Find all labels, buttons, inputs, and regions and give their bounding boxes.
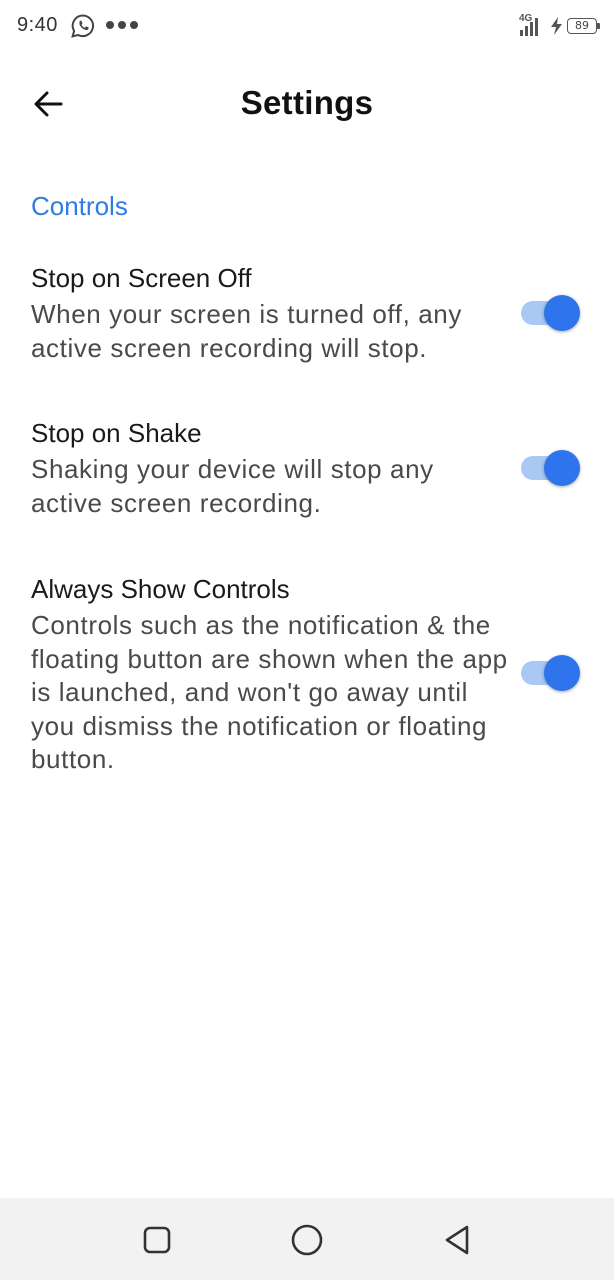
stop-on-shake-toggle[interactable]: [521, 450, 580, 486]
setting-row-always-show-controls[interactable]: Always Show Controls Controls such as th…: [0, 569, 614, 789]
setting-description: When your screen is turned off, any acti…: [31, 299, 462, 363]
toggle-thumb: [544, 450, 580, 486]
setting-title: Always Show Controls: [31, 574, 290, 604]
nav-back-button[interactable]: [439, 1222, 475, 1258]
charging-icon: [551, 17, 562, 35]
home-button[interactable]: [289, 1222, 325, 1258]
toggle-thumb: [544, 295, 580, 331]
setting-title: Stop on Shake: [31, 418, 202, 448]
setting-row-stop-on-shake[interactable]: Stop on Shake Shaking your device will s…: [0, 413, 614, 533]
section-header-controls: Controls: [31, 191, 128, 221]
setting-description: Shaking your device will stop any active…: [31, 454, 434, 518]
battery-tip: [597, 23, 600, 29]
battery-icon: 89: [567, 18, 597, 34]
battery-level: 89: [575, 19, 589, 32]
toggle-thumb: [544, 655, 580, 691]
signal-icon: [520, 18, 538, 36]
setting-description: Controls such as the notification & the …: [31, 610, 508, 774]
page-title: Settings: [240, 84, 374, 121]
stop-on-screen-off-toggle[interactable]: [521, 295, 580, 331]
system-nav-bar: [0, 1198, 614, 1280]
more-dots-icon: [106, 21, 138, 29]
setting-row-stop-on-screen-off[interactable]: Stop on Screen Off When your screen is t…: [0, 258, 614, 378]
status-bar: 9:40 4G 89: [0, 0, 614, 56]
recents-button[interactable]: [139, 1222, 175, 1258]
whatsapp-icon: [71, 14, 95, 38]
app-bar: Settings: [0, 62, 614, 146]
setting-title: Stop on Screen Off: [31, 263, 252, 293]
home-circle-icon: [291, 1224, 323, 1256]
status-time: 9:40: [17, 14, 58, 36]
recents-square-icon: [143, 1226, 171, 1254]
always-show-controls-toggle[interactable]: [521, 655, 580, 691]
back-triangle-icon: [445, 1225, 469, 1255]
